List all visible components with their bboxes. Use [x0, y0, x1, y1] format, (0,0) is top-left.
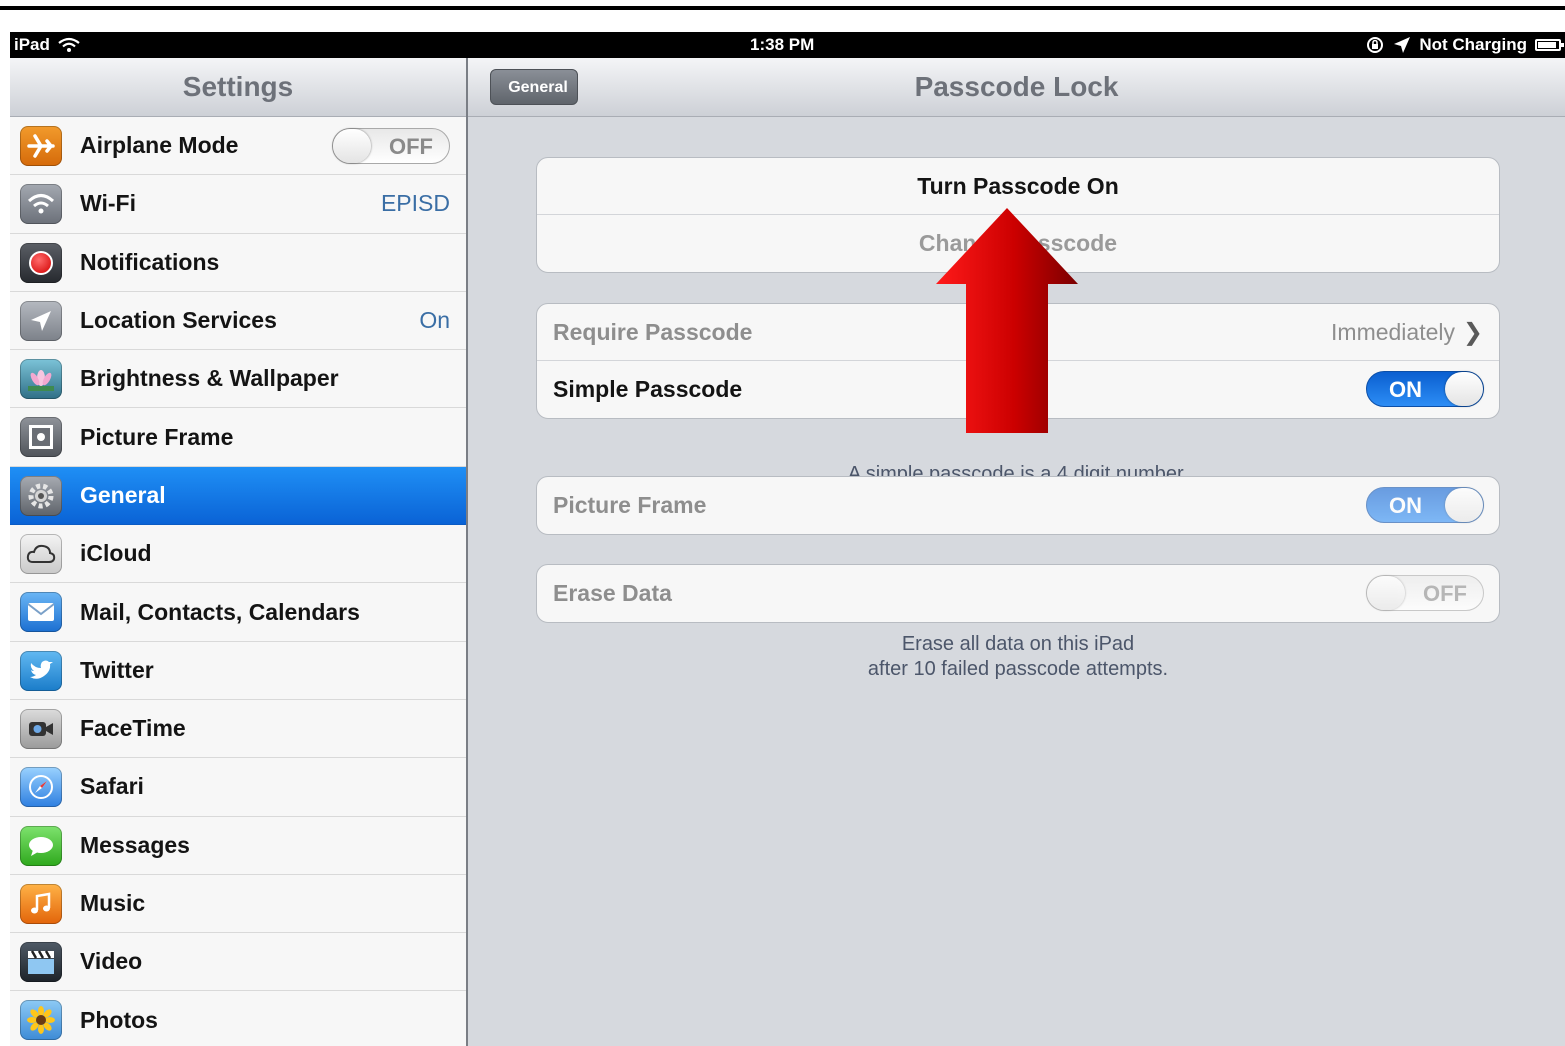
airplane-mode-toggle[interactable]: OFF [332, 128, 450, 164]
sidebar-item-wifi[interactable]: Wi-Fi EPISD [10, 175, 466, 234]
erase-note-line-1: Erase all data on this iPad [901, 633, 1135, 655]
sidebar-item-messages[interactable]: Messages [10, 816, 466, 875]
charging-status: Not Charging [1419, 35, 1527, 54]
sidebar-item-label: Music [80, 890, 146, 916]
wifi-network-value: EPISD [380, 190, 450, 217]
sidebar-item-label: Mail, Contacts, Calendars [80, 598, 360, 625]
sidebar-item-label: General [80, 481, 166, 508]
clapperboard-icon [20, 942, 62, 983]
wifi-signal-icon [58, 37, 80, 52]
status-bar: iPad 1:38 PM Not Charging [10, 32, 1565, 58]
sidebar-item-location-services[interactable]: Location Services On [10, 291, 466, 351]
sidebar-item-label: Safari [80, 773, 144, 800]
sidebar-item-safari[interactable]: Safari [10, 758, 466, 817]
sidebar-item-label: Notifications [80, 248, 220, 275]
sidebar-title: Settings [10, 58, 466, 117]
music-note-icon [20, 883, 62, 924]
erase-data-row: Erase Data OFF [537, 565, 1499, 622]
require-passcode-value: Immediately [1331, 319, 1455, 345]
sidebar-item-label: Picture Frame [80, 423, 234, 450]
mail-icon [20, 592, 62, 633]
red-arrow-annotation [936, 208, 1078, 433]
sidebar-item-label: Messages [80, 831, 190, 858]
rotation-lock-icon [1367, 37, 1384, 53]
sidebar-item-icloud[interactable]: iCloud [10, 525, 466, 584]
sidebar-item-label: Location Services [80, 307, 277, 334]
wifi-icon [20, 184, 62, 225]
erase-data-label: Erase Data [553, 580, 672, 606]
twitter-bird-icon [20, 650, 62, 691]
sidebar-item-twitter[interactable]: Twitter [10, 641, 466, 700]
picture-frame-icon [20, 417, 62, 458]
detail-navigation-bar: General Passcode Lock [468, 58, 1565, 117]
top-border [0, 6, 1565, 10]
sidebar-item-mail-contacts-calendars[interactable]: Mail, Contacts, Calendars [10, 583, 466, 642]
sidebar-item-label: Airplane Mode [80, 132, 239, 159]
battery-icon [1535, 39, 1564, 51]
sidebar-item-picture-frame[interactable]: Picture Frame [10, 408, 466, 467]
sidebar-item-facetime[interactable]: FaceTime [10, 699, 466, 759]
sidebar-item-label: Wi-Fi [80, 190, 136, 217]
location-services-value: On [419, 307, 450, 334]
sunflower-icon [20, 1000, 62, 1041]
notifications-icon [20, 242, 62, 283]
sidebar-item-label: FaceTime [80, 715, 186, 742]
sidebar-item-airplane-mode[interactable]: Airplane Mode OFF [10, 117, 466, 176]
sidebar-item-general[interactable]: General [10, 466, 466, 526]
sidebar-item-label: Video [80, 948, 143, 975]
clock: 1:38 PM [750, 35, 815, 54]
picture-frame-row: Picture Frame ON [537, 477, 1499, 534]
settings-sidebar: Settings Airplane Mode OFF Wi-Fi EPISD N… [10, 58, 466, 1046]
sidebar-item-photos[interactable]: Photos [10, 991, 466, 1046]
simple-passcode-toggle[interactable]: ON [1366, 371, 1484, 407]
turn-passcode-on-button[interactable]: Turn Passcode On [537, 158, 1499, 215]
compass-icon [20, 767, 62, 808]
flower-icon [20, 359, 62, 400]
sidebar-item-label: Brightness & Wallpaper [80, 365, 339, 392]
picture-frame-toggle[interactable]: ON [1366, 487, 1484, 523]
device-name: iPad [14, 35, 50, 54]
location-arrow-icon [1394, 37, 1411, 53]
sidebar-item-label: Photos [80, 1006, 158, 1033]
camera-icon [20, 708, 62, 749]
erase-data-group: Erase Data OFF [536, 564, 1500, 623]
erase-data-toggle[interactable]: OFF [1366, 575, 1484, 611]
sidebar-item-label: iCloud [80, 540, 152, 567]
location-arrow-icon [20, 300, 62, 341]
airplane-icon [20, 126, 62, 166]
simple-passcode-label: Simple Passcode [553, 376, 743, 402]
sidebar-item-brightness-wallpaper[interactable]: Brightness & Wallpaper [10, 350, 466, 409]
erase-data-note: Erase all data on this iPad after 10 fai… [536, 632, 1500, 682]
sidebar-item-notifications[interactable]: Notifications [10, 233, 466, 292]
picture-frame-label: Picture Frame [553, 492, 707, 518]
speech-bubble-icon [20, 825, 62, 866]
sidebar-item-video[interactable]: Video [10, 933, 466, 992]
require-passcode-label: Require Passcode [553, 319, 753, 345]
erase-note-line-2: after 10 failed passcode attempts. [867, 658, 1169, 680]
sidebar-item-label: Twitter [80, 656, 154, 683]
cloud-icon [20, 534, 62, 575]
picture-frame-group: Picture Frame ON [536, 476, 1500, 535]
passcode-lock-pane: General Passcode Lock Turn Passcode On C… [468, 58, 1565, 1046]
ipad-screen: iPad 1:38 PM Not Charging Settings Airpl… [10, 32, 1565, 1046]
gear-icon [20, 475, 62, 516]
sidebar-item-music[interactable]: Music [10, 874, 466, 934]
page-title: Passcode Lock [914, 71, 1119, 102]
chevron-right-icon: ❯ [1462, 319, 1483, 346]
